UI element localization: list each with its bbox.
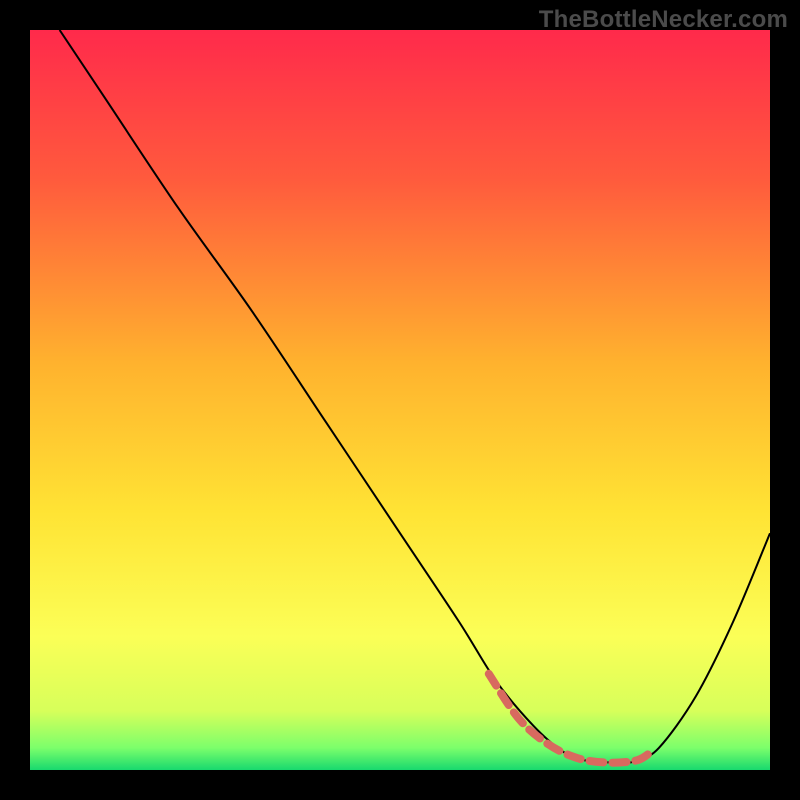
gradient-background [30, 30, 770, 770]
attribution-label: TheBottleNecker.com [539, 6, 788, 34]
chart-frame: TheBottleNecker.com [0, 0, 800, 800]
plot-area [30, 30, 770, 770]
chart-svg [30, 30, 770, 770]
